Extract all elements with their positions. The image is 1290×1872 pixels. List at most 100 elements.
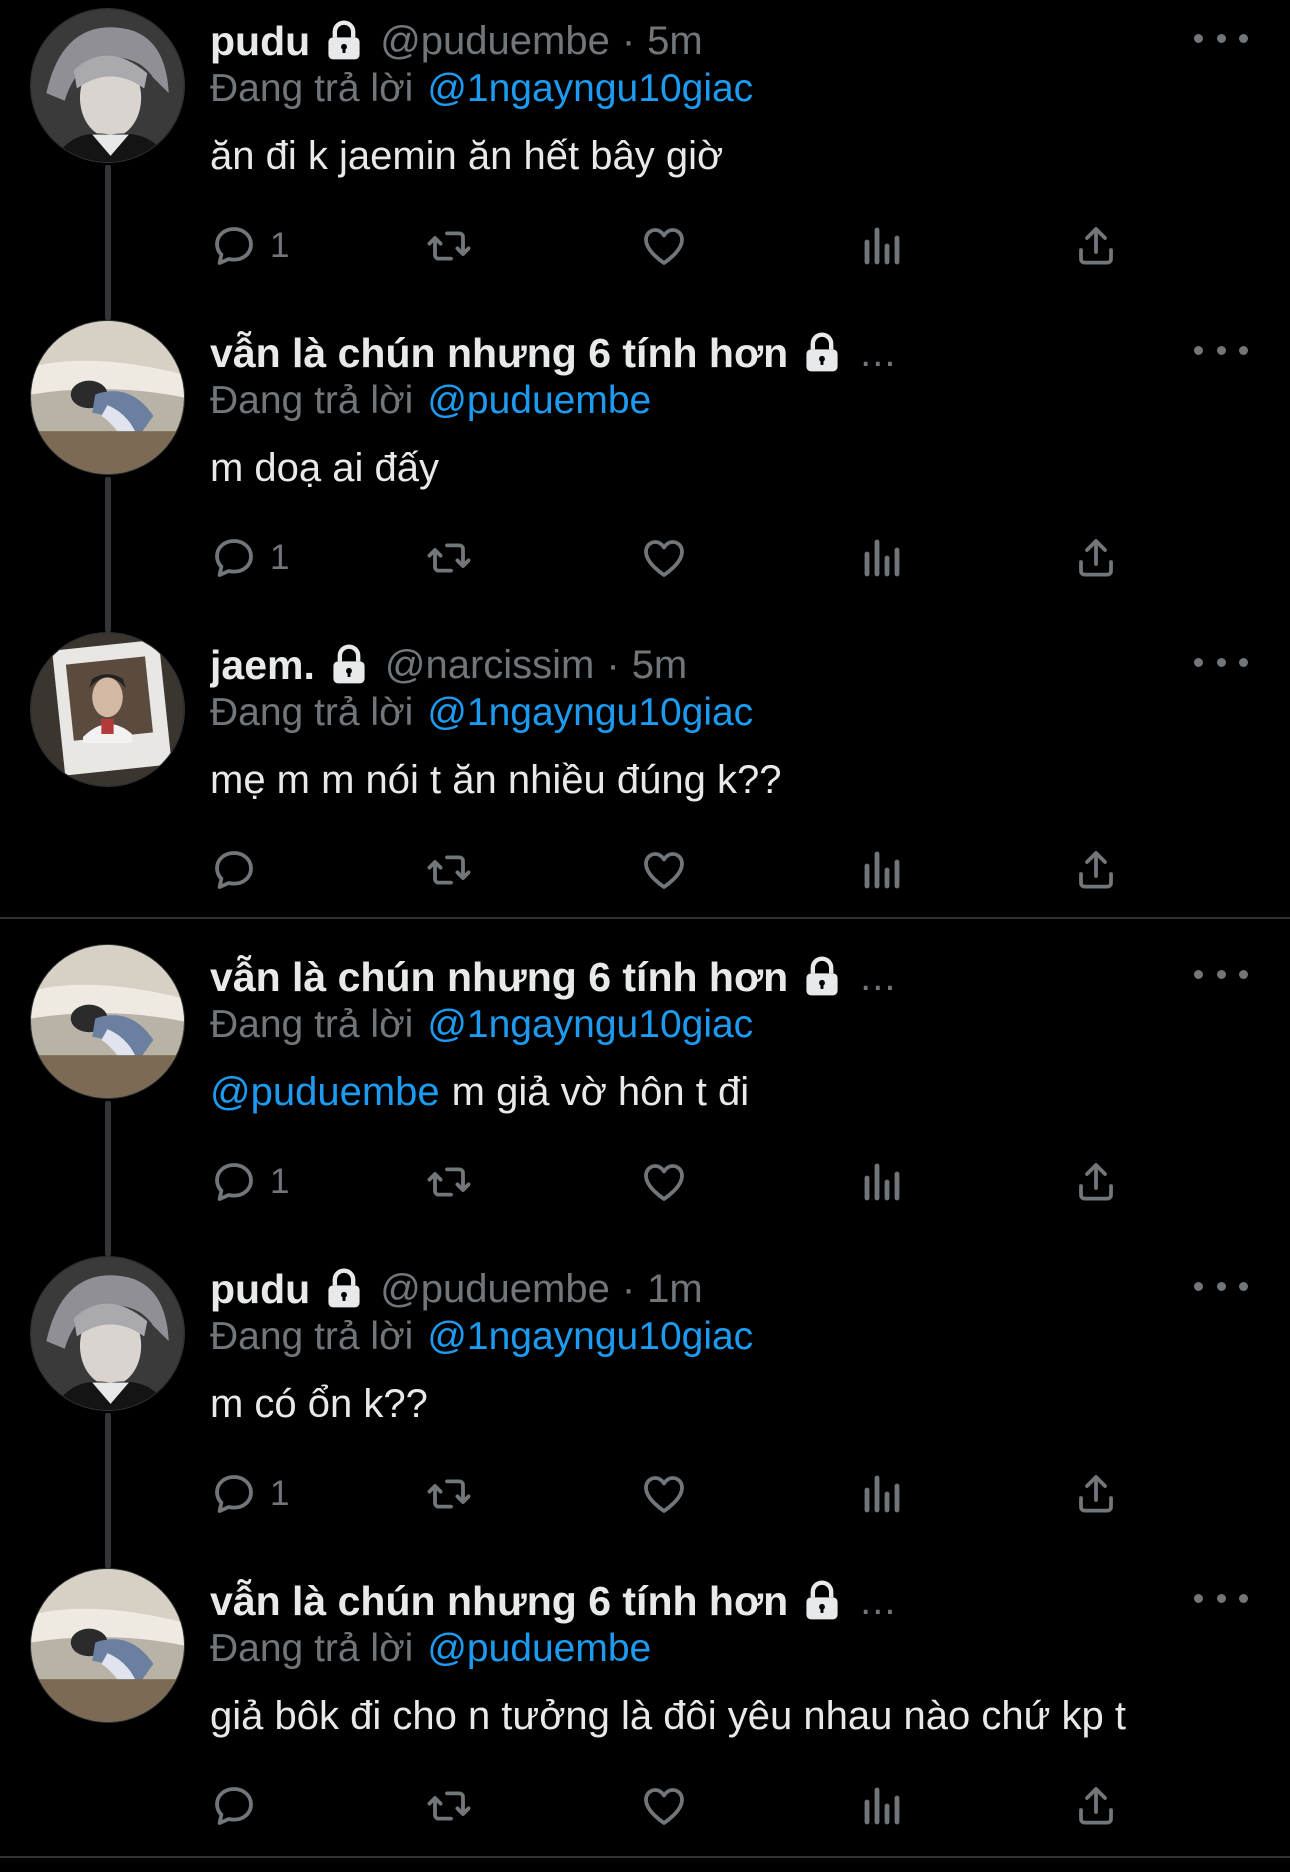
share-button[interactable] — [1072, 1778, 1120, 1834]
reply-button[interactable]: 1 — [210, 530, 289, 586]
like-button[interactable] — [640, 530, 688, 586]
handle[interactable]: @narcissim — [385, 643, 595, 688]
more-options-icon[interactable] — [1194, 330, 1248, 370]
like-button[interactable] — [640, 842, 688, 898]
display-name[interactable]: pudu — [210, 18, 310, 65]
retweet-button[interactable] — [425, 218, 473, 274]
more-options-icon[interactable] — [1194, 1266, 1248, 1306]
share-button[interactable] — [1072, 1466, 1120, 1522]
more-options-icon[interactable] — [1194, 1578, 1248, 1618]
like-button[interactable] — [640, 1154, 688, 1210]
replying-to-label: Đang trả lời — [210, 379, 414, 422]
reply-button[interactable] — [210, 842, 270, 898]
replying-to-label: Đang trả lời — [210, 1003, 414, 1046]
timestamp[interactable]: 1m — [647, 1267, 703, 1312]
avatar[interactable] — [30, 632, 185, 787]
tweet[interactable]: pudu @puduembe · 1m Đang trả lời @1ngayn… — [0, 1248, 1290, 1568]
tweet[interactable]: vẫn là chún nhưng 6 tính hơn ... Đang tr… — [0, 936, 1290, 1256]
like-button[interactable] — [640, 1778, 688, 1834]
action-bar: 1 — [210, 530, 1130, 586]
reply-icon — [215, 1475, 253, 1513]
action-bar — [210, 1778, 1130, 1834]
avatar[interactable] — [30, 320, 185, 475]
retweet-button[interactable] — [425, 842, 473, 898]
heart-icon — [644, 228, 684, 265]
handle[interactable]: @puduembe — [380, 19, 610, 64]
display-name[interactable]: vẫn là chún nhưng 6 tính hơn — [210, 330, 788, 377]
retweet-button[interactable] — [425, 1466, 473, 1522]
views-button[interactable] — [858, 1154, 906, 1210]
avatar-chun-image — [31, 945, 184, 1098]
replying-to-mention[interactable]: @1ngayngu10giac — [427, 67, 753, 111]
share-button[interactable] — [1072, 842, 1120, 898]
action-bar: 1 — [210, 1154, 1130, 1210]
replying-to: Đang trả lời @1ngayngu10giac — [210, 686, 753, 740]
action-bar: 1 — [210, 218, 1130, 274]
more-options-icon[interactable] — [1194, 18, 1248, 58]
handle[interactable]: @puduembe — [380, 1267, 610, 1312]
separator-dot: · — [606, 642, 620, 687]
like-button[interactable] — [640, 1466, 688, 1522]
replying-to: Đang trả lời @1ngayngu10giac — [210, 998, 753, 1052]
tweet-body: ăn đi k jaemin ăn hết bây giờ — [210, 134, 724, 178]
display-name[interactable]: jaem. — [210, 642, 315, 689]
tweet[interactable]: pudu @puduembe · 5m Đang trả lời @1ngayn… — [0, 0, 1290, 320]
retweet-button[interactable] — [425, 1778, 473, 1834]
lock-icon — [800, 331, 844, 375]
retweet-icon — [427, 855, 471, 885]
replying-to-label: Đang trả lời — [210, 691, 414, 734]
reply-button[interactable]: 1 — [210, 218, 289, 274]
lock-icon — [800, 1579, 844, 1623]
like-button[interactable] — [640, 218, 688, 274]
display-name[interactable]: pudu — [210, 1266, 310, 1313]
tweet[interactable]: vẫn là chún nhưng 6 tính hơn ... Đang tr… — [0, 1560, 1290, 1872]
avatar-pudu-image — [31, 1257, 184, 1410]
display-name[interactable]: vẫn là chún nhưng 6 tính hơn — [210, 1578, 788, 1625]
share-icon — [1079, 851, 1113, 889]
views-button[interactable] — [858, 1778, 906, 1834]
display-name[interactable]: vẫn là chún nhưng 6 tính hơn — [210, 954, 788, 1001]
replying-to-mention[interactable]: @puduembe — [427, 379, 651, 423]
reply-icon — [215, 851, 253, 889]
share-button[interactable] — [1072, 530, 1120, 586]
replying-to-mention[interactable]: @1ngayngu10giac — [427, 691, 753, 735]
reply-count: 1 — [270, 1162, 290, 1201]
reply-button[interactable]: 1 — [210, 1466, 289, 1522]
tweet-body: m có ổn k?? — [210, 1382, 428, 1426]
replying-to-mention[interactable]: @puduembe — [427, 1627, 651, 1671]
share-icon — [1079, 1475, 1113, 1513]
more-options-icon[interactable] — [1194, 642, 1248, 682]
timestamp[interactable]: 5m — [647, 19, 703, 64]
reply-button[interactable]: 1 — [210, 1154, 289, 1210]
retweet-button[interactable] — [425, 530, 473, 586]
replying-to-mention[interactable]: @1ngayngu10giac — [427, 1315, 753, 1359]
replying-to-mention[interactable]: @1ngayngu10giac — [427, 1003, 753, 1047]
reply-button[interactable] — [210, 1778, 270, 1834]
action-bar — [210, 842, 1130, 898]
views-button[interactable] — [858, 530, 906, 586]
heart-icon — [644, 1788, 684, 1825]
timestamp[interactable]: 5m — [632, 643, 688, 688]
avatar[interactable] — [30, 1256, 185, 1411]
body-mention[interactable]: @puduembe — [210, 1070, 440, 1114]
avatar[interactable] — [30, 944, 185, 1099]
lock-icon — [322, 19, 366, 63]
avatar-jaem-image — [31, 633, 184, 786]
views-button[interactable] — [858, 1466, 906, 1522]
avatar[interactable] — [30, 8, 185, 163]
analytics-icon — [864, 227, 900, 265]
more-options-icon[interactable] — [1194, 954, 1248, 994]
share-button[interactable] — [1072, 218, 1120, 274]
avatar[interactable] — [30, 1568, 185, 1723]
tweet[interactable]: jaem. @narcissim · 5m Đang trả lời @1nga… — [0, 624, 1290, 936]
reply-count: 1 — [270, 1474, 290, 1513]
tweet-body: m giả vờ hôn t đi — [451, 1070, 750, 1114]
share-button[interactable] — [1072, 1154, 1120, 1210]
share-icon — [1079, 227, 1113, 265]
tweet-body: giả bôk đi cho n tưởng là đôi yêu nhau n… — [210, 1694, 1126, 1738]
views-button[interactable] — [858, 842, 906, 898]
tweet[interactable]: vẫn là chún nhưng 6 tính hơn ... Đang tr… — [0, 312, 1290, 632]
handle-truncated: ... — [860, 1578, 897, 1623]
retweet-button[interactable] — [425, 1154, 473, 1210]
views-button[interactable] — [858, 218, 906, 274]
